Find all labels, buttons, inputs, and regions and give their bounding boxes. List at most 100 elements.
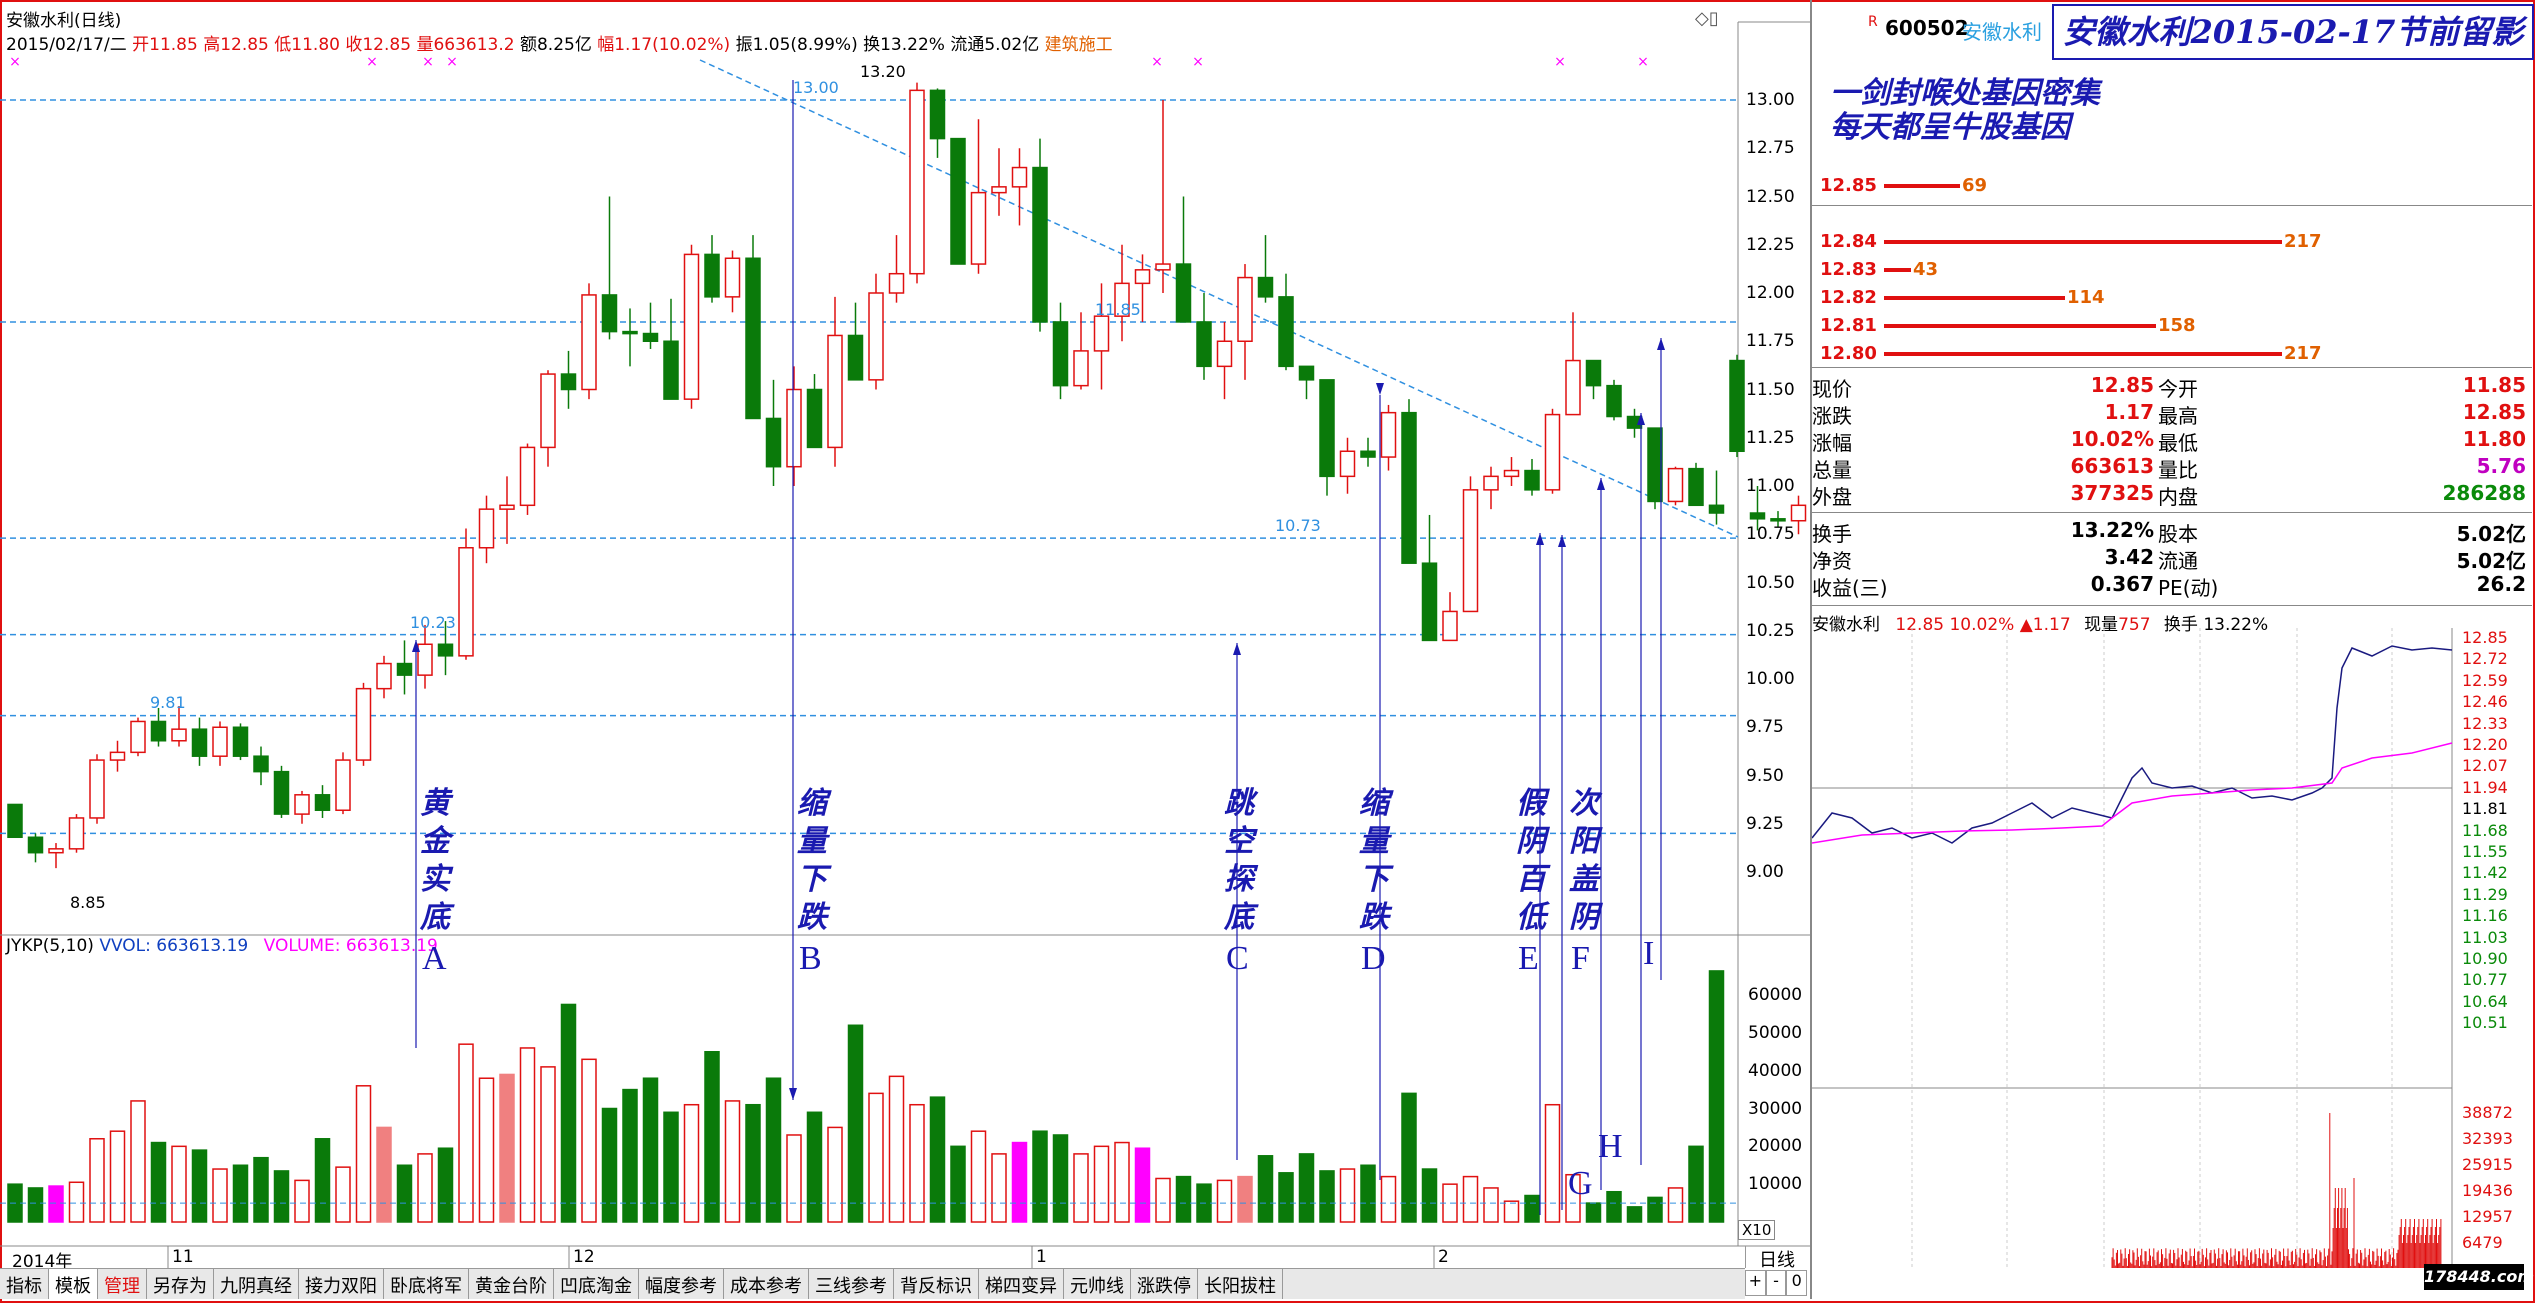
orderbook-row: 12.85 69 — [1820, 175, 2520, 197]
volume-bar — [1524, 1194, 1540, 1223]
candle — [1708, 470, 1725, 525]
volume-bar — [1544, 1103, 1561, 1223]
stock-code: 600502 — [1885, 16, 1969, 40]
volume-bar — [130, 1100, 146, 1223]
candle — [1647, 427, 1663, 510]
tab-6[interactable]: 卧底将军 — [384, 1269, 469, 1299]
candle — [109, 740, 126, 772]
candle — [786, 366, 802, 486]
candle — [765, 379, 782, 486]
orderbook-row: 12.82 114 — [1820, 287, 2520, 309]
tab-0[interactable]: 指标 — [0, 1269, 49, 1299]
volume-bar — [1216, 1179, 1233, 1223]
volume-bar — [765, 1077, 782, 1223]
low-mark: 8.85 — [70, 893, 106, 912]
quote-row: 收益(三) 0.367 PE(动) 26.2 — [1810, 572, 2530, 600]
intraday-volume-tick: 12957 — [2462, 1207, 2513, 1226]
volume-axis: 60000 50000 40000 30000 20000 10000 — [1740, 0, 1810, 1250]
divider — [1812, 512, 2532, 513]
zoom-in-button[interactable]: + — [1745, 1270, 1766, 1296]
tab-14[interactable]: 元帅线 — [1064, 1269, 1131, 1299]
quote-value: 5.02亿 — [2456, 522, 2526, 546]
tab-2[interactable]: 管理 — [98, 1269, 147, 1299]
annotation-letter: D — [1361, 940, 1386, 977]
candle — [314, 785, 331, 818]
tab-10[interactable]: 成本参考 — [724, 1269, 809, 1299]
candle — [48, 843, 64, 869]
volume-bar — [806, 1111, 823, 1223]
tab-9[interactable]: 幅度参考 — [639, 1269, 724, 1299]
annotation-text: 跳空探底 — [1224, 786, 1254, 935]
volume-bar — [1093, 1145, 1110, 1223]
volume-bar — [376, 1126, 392, 1223]
candle — [888, 235, 905, 303]
intraday-axis: 12.85 12.72 12.59 12.46 12.33 12.20 12.07 11.94… — [2452, 628, 2530, 1268]
tab-5[interactable]: 接力双阳 — [299, 1269, 384, 1299]
quote-value: 377325 — [2070, 481, 2155, 505]
volume-bar — [437, 1147, 454, 1223]
candle — [560, 350, 577, 409]
signal-marker: × — [1192, 54, 1204, 70]
annotation-letter: E — [1518, 940, 1539, 977]
orderbook-qty: 217 — [2284, 231, 2322, 252]
quote-value: 12.85 — [2462, 400, 2526, 424]
candle — [806, 374, 823, 449]
candle — [847, 302, 864, 381]
orderbook-qty: 217 — [2284, 343, 2322, 364]
volume-bar — [601, 1107, 618, 1223]
tab-16[interactable]: 长阳拔柱 — [1198, 1269, 1283, 1299]
volume-bar — [970, 1130, 987, 1223]
tab-13[interactable]: 梯四变异 — [979, 1269, 1064, 1299]
candle — [1421, 514, 1438, 642]
quote-label: 量比 — [2158, 458, 2198, 482]
volume-bar — [499, 1073, 515, 1223]
candle — [581, 283, 597, 400]
tab-15[interactable]: 涨跌停 — [1131, 1269, 1198, 1299]
volume-bar — [1257, 1155, 1274, 1223]
intraday-price-tick: 10.90 — [2462, 949, 2508, 968]
candle — [1462, 476, 1479, 613]
volume-bar — [1483, 1187, 1499, 1223]
volume-bar — [294, 1179, 310, 1223]
volume-bar — [478, 1077, 495, 1223]
quote-label: 换手 — [1812, 522, 1852, 546]
tab-3[interactable]: 另存为 — [147, 1269, 214, 1299]
volume-bar — [1114, 1141, 1130, 1223]
tab-7[interactable]: 黄金台阶 — [469, 1269, 554, 1299]
quote-label: 涨跌 — [1812, 404, 1852, 428]
volume-bar — [1278, 1172, 1294, 1223]
volume-bar — [150, 1141, 167, 1223]
watermark-logo: 178448.com — [2424, 1264, 2534, 1290]
quote-value: 11.85 — [2462, 373, 2526, 397]
candle — [950, 137, 966, 265]
candle — [1483, 466, 1499, 510]
tab-8[interactable]: 凹底淘金 — [554, 1269, 639, 1299]
tab-12[interactable]: 背反标识 — [894, 1269, 979, 1299]
quote-label: 今开 — [2158, 377, 2198, 401]
volume-bar — [1626, 1206, 1643, 1223]
candle — [909, 82, 925, 284]
orderbook-bar — [1884, 324, 2156, 328]
candle — [1257, 235, 1274, 303]
intraday-price-tick: 10.64 — [2462, 991, 2508, 1011]
kline-chart[interactable]: × × × × × × × × — [0, 0, 1810, 1268]
candle — [642, 302, 659, 349]
volume-bar — [232, 1164, 249, 1223]
tab-4[interactable]: 九阴真经 — [214, 1269, 299, 1299]
quote-label: 最高 — [2158, 404, 2198, 428]
period-label[interactable]: 日线 — [1745, 1246, 1808, 1271]
quote-value: 10.02% — [2070, 427, 2154, 451]
intraday-chart[interactable] — [1812, 628, 2532, 1268]
tab-11[interactable]: 三线参考 — [809, 1269, 894, 1299]
candle — [68, 814, 85, 853]
volume-bar — [1380, 1175, 1397, 1223]
annotation-letter: H — [1598, 1128, 1623, 1165]
quote-value: 3.42 — [2104, 545, 2154, 569]
date-tick: 2 — [1438, 1247, 1449, 1267]
zoom-reset-button[interactable]: 0 — [1786, 1270, 1808, 1296]
tab-1[interactable]: 模板 — [49, 1269, 98, 1299]
zoom-out-button[interactable]: - — [1765, 1270, 1787, 1296]
candle — [622, 308, 638, 367]
arrow-head — [1657, 338, 1665, 350]
divider — [1812, 205, 2532, 206]
